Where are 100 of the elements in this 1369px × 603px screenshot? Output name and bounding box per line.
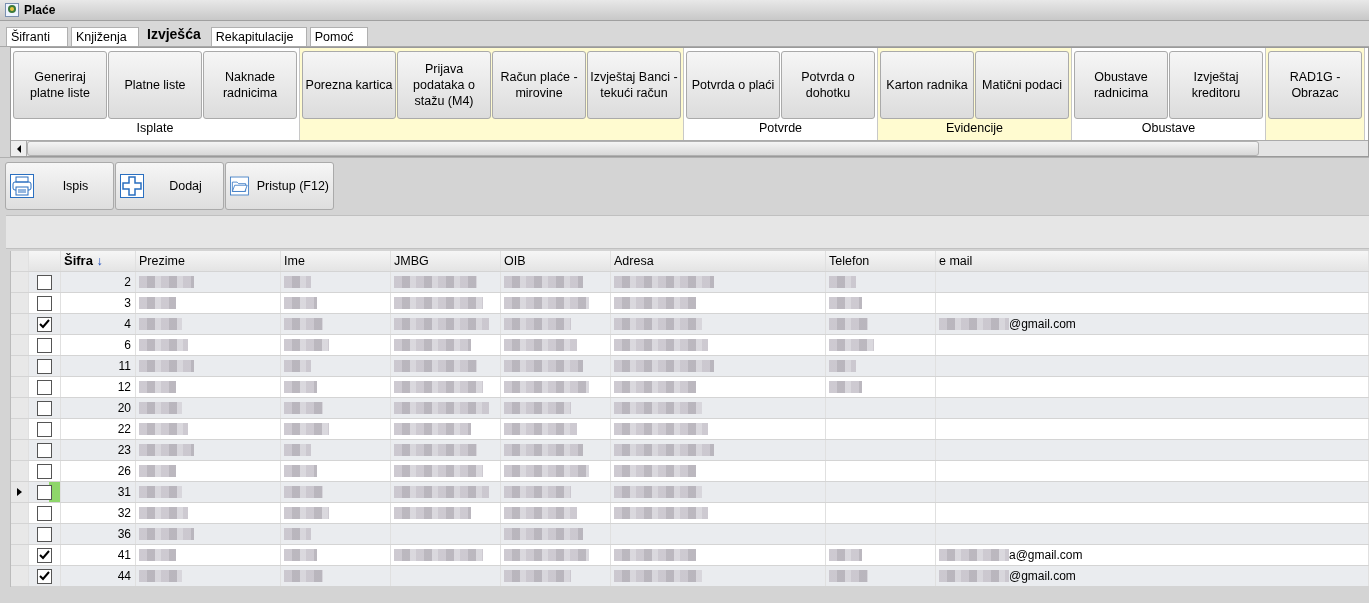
redacted-block [139,444,194,456]
redacted-block [139,402,182,414]
ribbon-button[interactable]: Naknade radnicima [203,51,297,119]
table-row[interactable]: 11 [11,356,1369,377]
redacted-block [284,570,323,582]
row-checkbox[interactable] [37,421,52,437]
ribbon-button[interactable]: Platne liste [108,51,202,119]
table-row[interactable]: 26 [11,461,1369,482]
row-checkbox[interactable] [37,295,52,311]
table-row[interactable]: 44 @gmail.com [11,566,1369,587]
ribbon-button[interactable]: Prijava podataka o stažu (M4) [397,51,491,119]
window-title: Plaće [24,3,56,17]
redacted-block [829,381,862,393]
row-checkbox[interactable] [37,526,52,542]
row-checkbox[interactable] [37,568,52,584]
table-row[interactable]: 41 a@gmail.com [11,545,1369,566]
row-checkbox[interactable] [37,337,52,353]
ribbon-button[interactable]: Izvještaj Banci - tekući račun [587,51,681,119]
ribbon-button[interactable]: Matični podaci [975,51,1069,119]
scroll-left-button[interactable] [11,141,27,156]
ribbon-button[interactable]: Obustave radnicima [1074,51,1168,119]
redacted-block [284,276,311,288]
ribbon-button[interactable]: Izvještaj kreditoru [1169,51,1263,119]
folder-icon [230,174,249,198]
ribbon-button[interactable]: Potvrda o plaći [686,51,780,119]
check-icon [39,571,50,581]
table-row[interactable]: 12 [11,377,1369,398]
redacted-block [829,339,874,351]
group-label: Evidencije [946,121,1003,135]
row-checkbox[interactable] [37,379,52,395]
table-row[interactable]: 22 [11,419,1369,440]
column-header[interactable]: Adresa [611,251,826,271]
table-cell: 31 [61,482,136,502]
column-header[interactable]: e mail [936,251,1369,271]
toolbar-button[interactable]: Dodaj [115,162,224,210]
redacted-block [139,486,182,498]
row-checkbox[interactable] [37,547,52,563]
redacted-block [139,360,194,372]
menu-tab[interactable]: Pomoć [309,27,368,46]
menu-tab[interactable]: Rekapitulacije [210,27,307,46]
ribbon-button[interactable]: Porezna kartica [302,51,396,119]
redacted-block [829,276,856,288]
table-row[interactable]: 32 [11,503,1369,524]
row-checkbox[interactable] [37,316,52,332]
app-icon [5,3,19,17]
row-checkbox[interactable] [37,400,52,416]
menu-tab[interactable]: Šifranti [6,27,68,46]
check-icon [39,550,50,560]
redacted-block [139,381,176,393]
row-checkbox[interactable] [37,484,52,500]
row-checkbox[interactable] [37,274,52,290]
row-checkbox[interactable] [37,505,52,521]
redacted-block [139,465,176,477]
redacted-block [504,570,571,582]
table-cell: 22 [61,419,136,439]
ribbon-button[interactable]: Potvrda o dohotku [781,51,875,119]
redacted-block [284,423,329,435]
toolbar-button[interactable]: Pristup (F12) [225,162,334,210]
table-cell: 11 [61,356,136,376]
table-row[interactable]: 36 [11,524,1369,545]
column-header[interactable]: Prezime [136,251,281,271]
ribbon-button[interactable]: RAD1G - Obrazac [1268,51,1362,119]
table-cell: 20 [61,398,136,418]
column-header[interactable]: Ime [281,251,391,271]
column-header[interactable]: OIB [501,251,611,271]
ribbon-button[interactable]: Generiraj platne liste [13,51,107,119]
redacted-block [139,507,188,519]
table-row[interactable]: 6 [11,335,1369,356]
table-cell: 32 [61,503,136,523]
table-row[interactable]: 31 [11,482,1369,503]
table-cell: 4 [61,314,136,334]
table-row[interactable]: 4 @gmail.com [11,314,1369,335]
table-row[interactable]: 2 [11,272,1369,293]
redacted-block [829,570,868,582]
table-row[interactable]: 3 [11,293,1369,314]
row-checkbox[interactable] [37,442,52,458]
redacted-block [139,339,188,351]
redacted-block [139,297,176,309]
redacted-block [284,297,317,309]
redacted-block [139,276,194,288]
row-checkbox[interactable] [37,463,52,479]
column-header[interactable]: JMBG [391,251,501,271]
row-selector[interactable] [11,482,29,502]
table-row[interactable]: 23 [11,440,1369,461]
menu-tab[interactable]: Knjiženja [71,27,139,46]
check-icon [39,319,50,329]
ribbon-button[interactable]: Karton radnika [880,51,974,119]
redacted-block [829,318,868,330]
redacted-block [284,381,317,393]
table-row[interactable]: 20 [11,398,1369,419]
redacted-block [284,549,317,561]
row-checkbox[interactable] [37,358,52,374]
redacted-block [139,570,182,582]
redacted-block [504,318,571,330]
column-header[interactable]: Šifra ↓ [61,251,136,271]
ribbon-button[interactable]: Račun plaće - mirovine [492,51,586,119]
column-header[interactable]: Telefon [826,251,936,271]
redacted-block [139,423,188,435]
redacted-block [829,360,856,372]
toolbar-button[interactable]: Ispis [5,162,114,210]
